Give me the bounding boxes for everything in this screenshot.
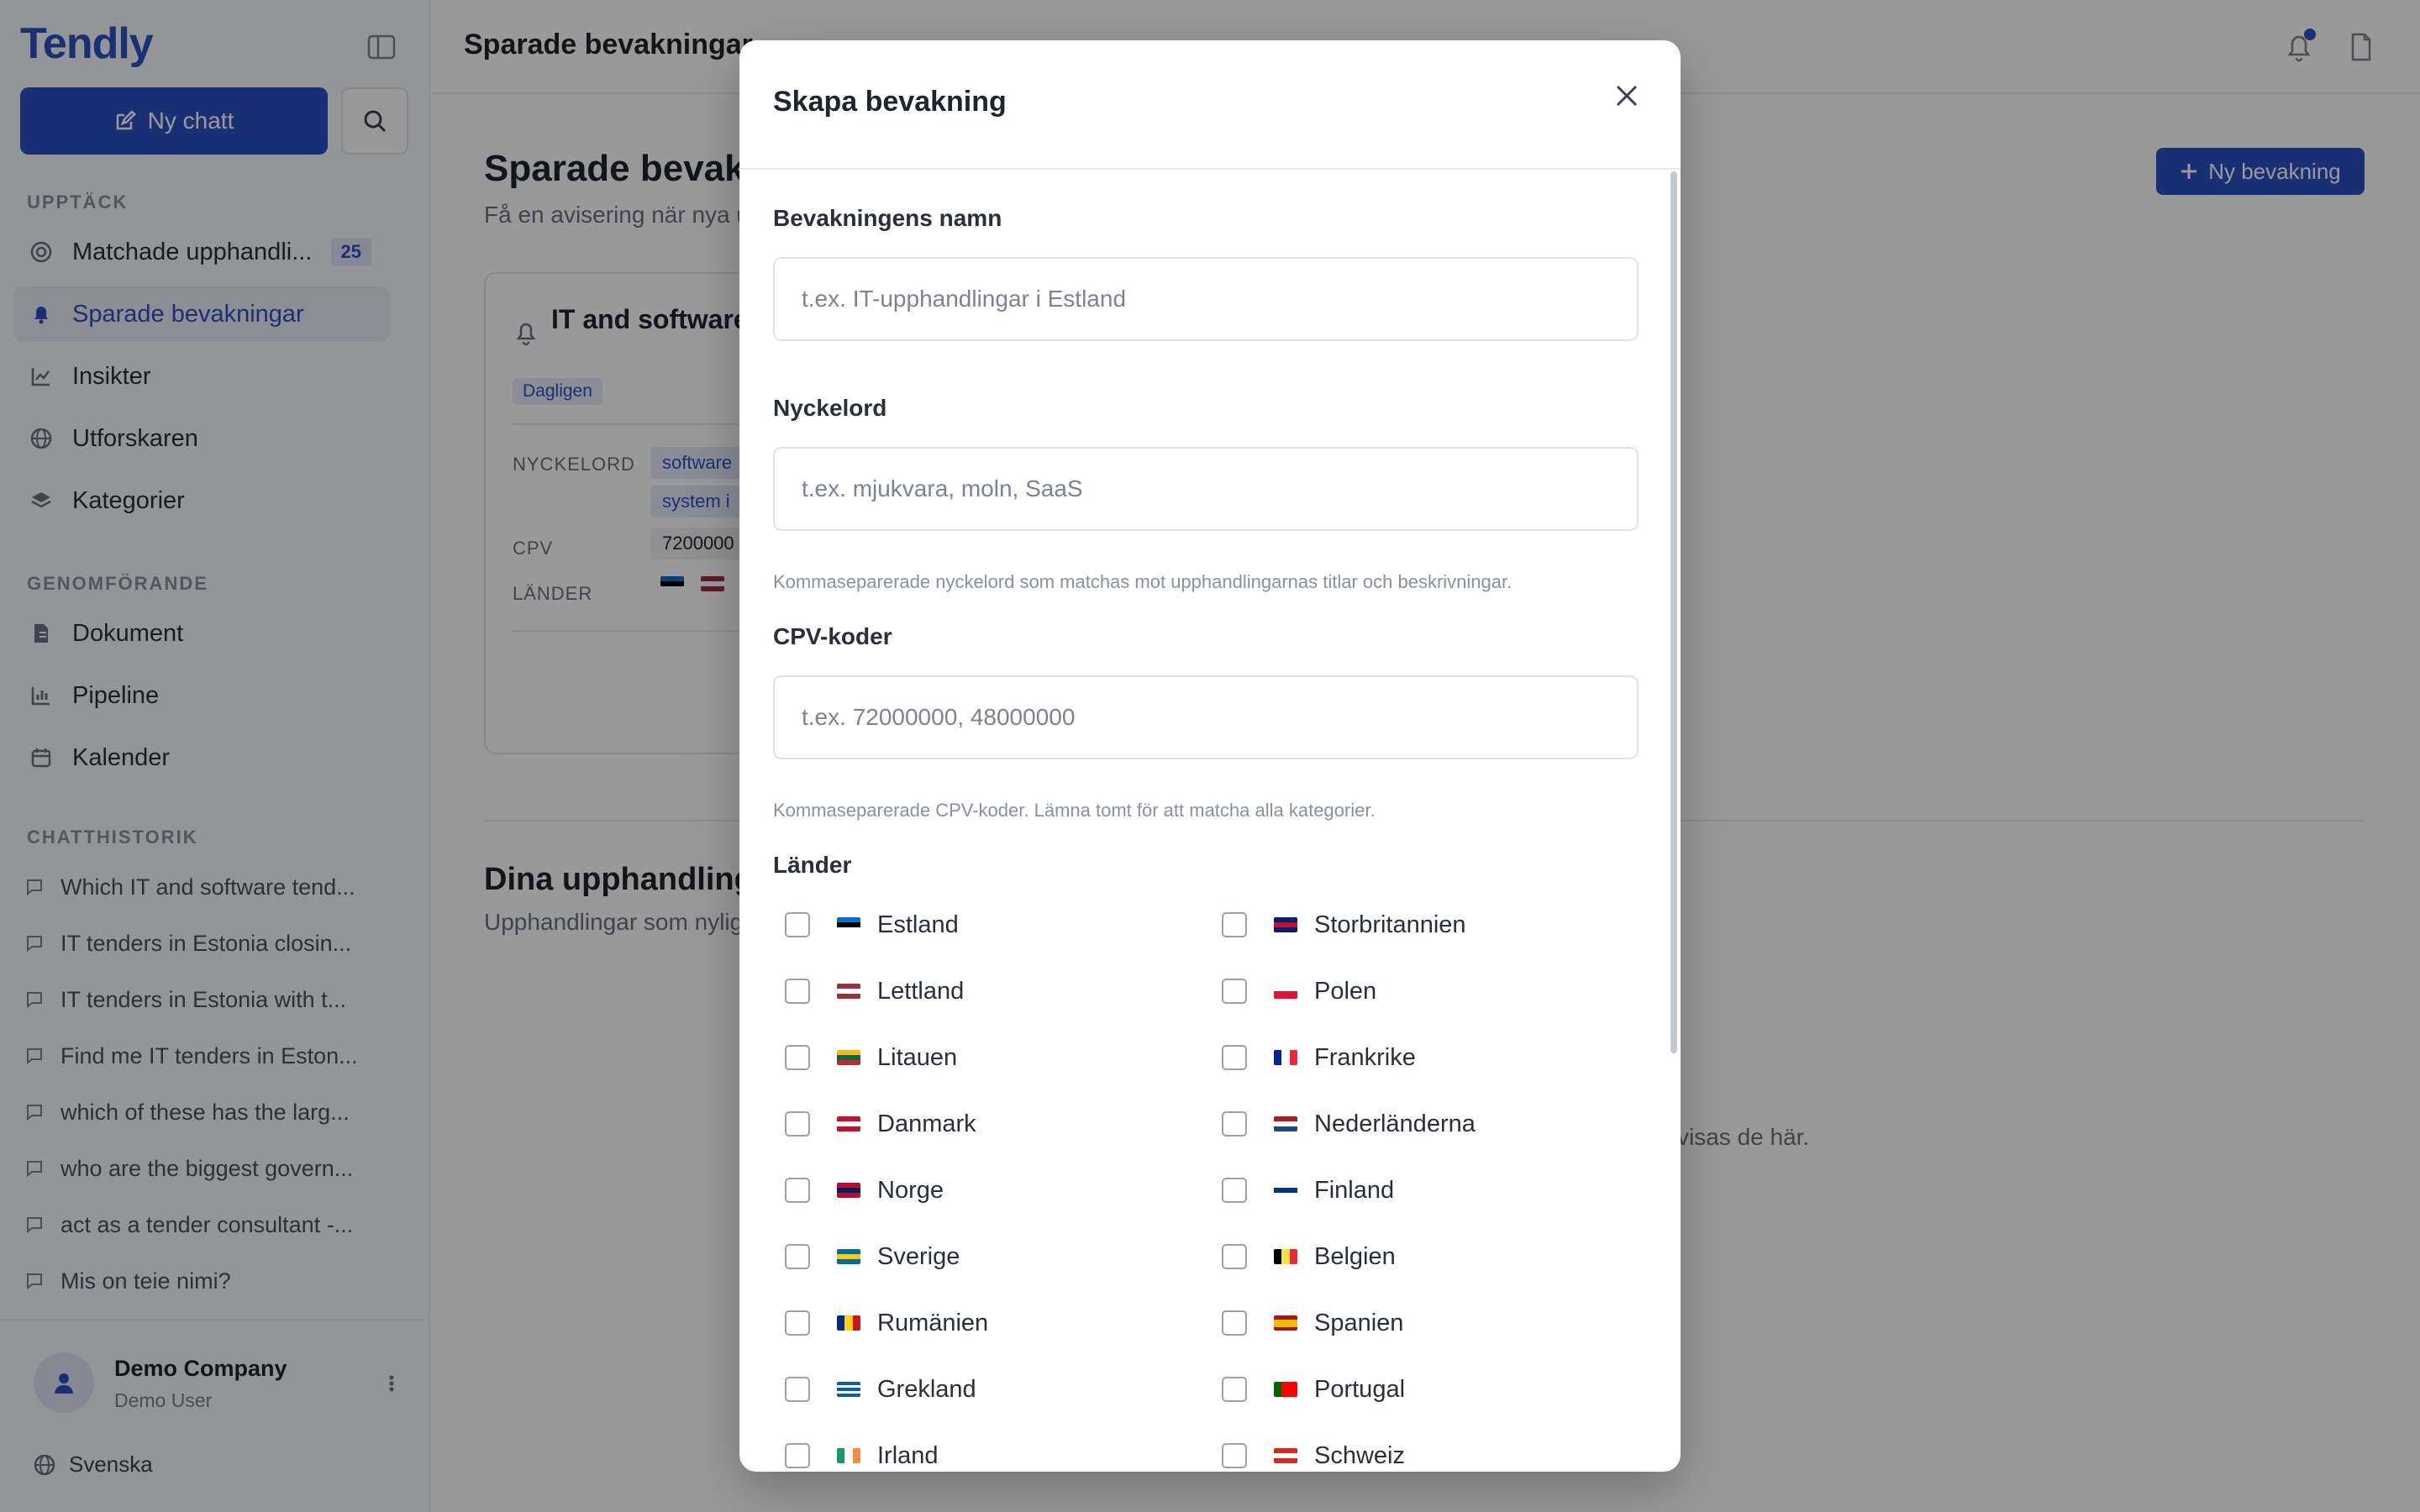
country-checkbox[interactable] <box>1222 912 1247 937</box>
country-flag-icon <box>837 1050 860 1065</box>
country-flag-icon <box>837 1249 860 1264</box>
country-label: Sverige <box>877 1242 960 1270</box>
country-flag-icon <box>837 1382 860 1397</box>
country-option[interactable]: Nederländerna <box>1210 1103 1476 1145</box>
country-label: Spanien <box>1314 1309 1404 1336</box>
country-option[interactable]: Norge <box>773 1169 944 1211</box>
country-checkbox[interactable] <box>785 1377 810 1402</box>
country-checkbox[interactable] <box>1222 1443 1247 1468</box>
country-checkbox[interactable] <box>785 1310 810 1336</box>
dialog-scrollbar[interactable] <box>1670 171 1677 1053</box>
country-option[interactable]: Spanien <box>1210 1302 1403 1344</box>
country-checkbox[interactable] <box>1222 1178 1247 1203</box>
country-checkbox[interactable] <box>785 1178 810 1203</box>
country-label: Irland <box>877 1441 939 1469</box>
country-option[interactable]: Danmark <box>773 1103 976 1145</box>
country-option[interactable]: Irland <box>773 1435 939 1472</box>
country-flag-icon <box>1274 984 1297 999</box>
country-option[interactable]: Frankrike <box>1210 1037 1416 1079</box>
close-button[interactable] <box>1607 76 1647 116</box>
country-checkbox[interactable] <box>1222 1111 1247 1137</box>
country-label: Storbritannien <box>1314 911 1466 938</box>
country-checkbox[interactable] <box>1222 1045 1247 1070</box>
country-flag-icon <box>1274 1382 1297 1397</box>
country-option[interactable]: Finland <box>1210 1169 1394 1211</box>
country-checkbox[interactable] <box>785 1443 810 1468</box>
country-option[interactable]: Rumänien <box>773 1302 988 1344</box>
country-option[interactable]: Sverige <box>773 1236 960 1278</box>
country-checkbox[interactable] <box>1222 1244 1247 1269</box>
countries-label: Länder <box>773 852 852 878</box>
keywords-help-text: Kommaseparerade nyckelord som matchas mo… <box>773 571 1512 592</box>
country-checkbox[interactable] <box>785 1045 810 1070</box>
country-label: Grekland <box>877 1375 976 1403</box>
country-flag-icon <box>1274 1183 1297 1198</box>
country-checkbox[interactable] <box>1222 979 1247 1004</box>
country-checkbox[interactable] <box>785 979 810 1004</box>
country-checkbox[interactable] <box>785 912 810 937</box>
country-flag-icon <box>1274 1050 1297 1065</box>
cpv-help-text: Kommaseparerade CPV-koder. Lämna tomt fö… <box>773 800 1376 821</box>
country-flag-icon <box>1274 1448 1297 1463</box>
country-option[interactable]: Lettland <box>773 970 964 1012</box>
dialog-header-divider <box>739 168 1681 170</box>
country-option[interactable]: Storbritannien <box>1210 904 1466 946</box>
watch-name-label: Bevakningens namn <box>773 205 1002 231</box>
country-label: Finland <box>1314 1176 1395 1204</box>
country-flag-icon <box>837 1183 860 1198</box>
country-label: Estland <box>877 911 959 938</box>
country-option[interactable]: Polen <box>1210 970 1376 1012</box>
keywords-input[interactable] <box>773 447 1639 531</box>
country-flag-icon <box>837 1315 860 1331</box>
create-watch-dialog: Skapa bevakning Bevakningens namn Nyckel… <box>739 40 1681 1472</box>
country-flag-icon <box>837 984 860 999</box>
country-option[interactable]: Schweiz <box>1210 1435 1405 1472</box>
country-flag-icon <box>1274 1249 1297 1264</box>
dialog-title: Skapa bevakning <box>773 86 1007 118</box>
keywords-label: Nyckelord <box>773 395 887 421</box>
country-option[interactable]: Estland <box>773 904 959 946</box>
country-label: Lettland <box>877 977 965 1005</box>
country-label: Portugal <box>1314 1375 1406 1403</box>
country-flag-icon <box>837 1116 860 1131</box>
country-label: Polen <box>1314 977 1377 1005</box>
country-checkbox[interactable] <box>1222 1377 1247 1402</box>
country-label: Rumänien <box>877 1309 989 1336</box>
country-label: Danmark <box>877 1110 976 1137</box>
country-label: Belgien <box>1314 1242 1396 1270</box>
country-label: Norge <box>877 1176 944 1204</box>
close-icon <box>1616 85 1638 107</box>
country-option[interactable]: Grekland <box>773 1368 976 1410</box>
country-label: Frankrike <box>1314 1043 1416 1071</box>
country-option[interactable]: Belgien <box>1210 1236 1396 1278</box>
country-label: Litauen <box>877 1043 958 1071</box>
country-checkbox[interactable] <box>1222 1310 1247 1336</box>
country-option[interactable]: Litauen <box>773 1037 957 1079</box>
country-checkbox[interactable] <box>785 1244 810 1269</box>
cpv-codes-label: CPV-koder <box>773 623 892 649</box>
country-flag-icon <box>1274 1315 1297 1331</box>
country-flag-icon <box>837 1448 860 1463</box>
watch-name-input[interactable] <box>773 257 1639 341</box>
country-flag-icon <box>1274 1116 1297 1131</box>
country-checkbox[interactable] <box>785 1111 810 1137</box>
cpv-codes-input[interactable] <box>773 675 1639 759</box>
country-label: Nederländerna <box>1314 1110 1476 1137</box>
country-flag-icon <box>837 917 860 932</box>
country-label: Schweiz <box>1314 1441 1405 1469</box>
country-option[interactable]: Portugal <box>1210 1368 1405 1410</box>
country-flag-icon <box>1274 917 1297 932</box>
